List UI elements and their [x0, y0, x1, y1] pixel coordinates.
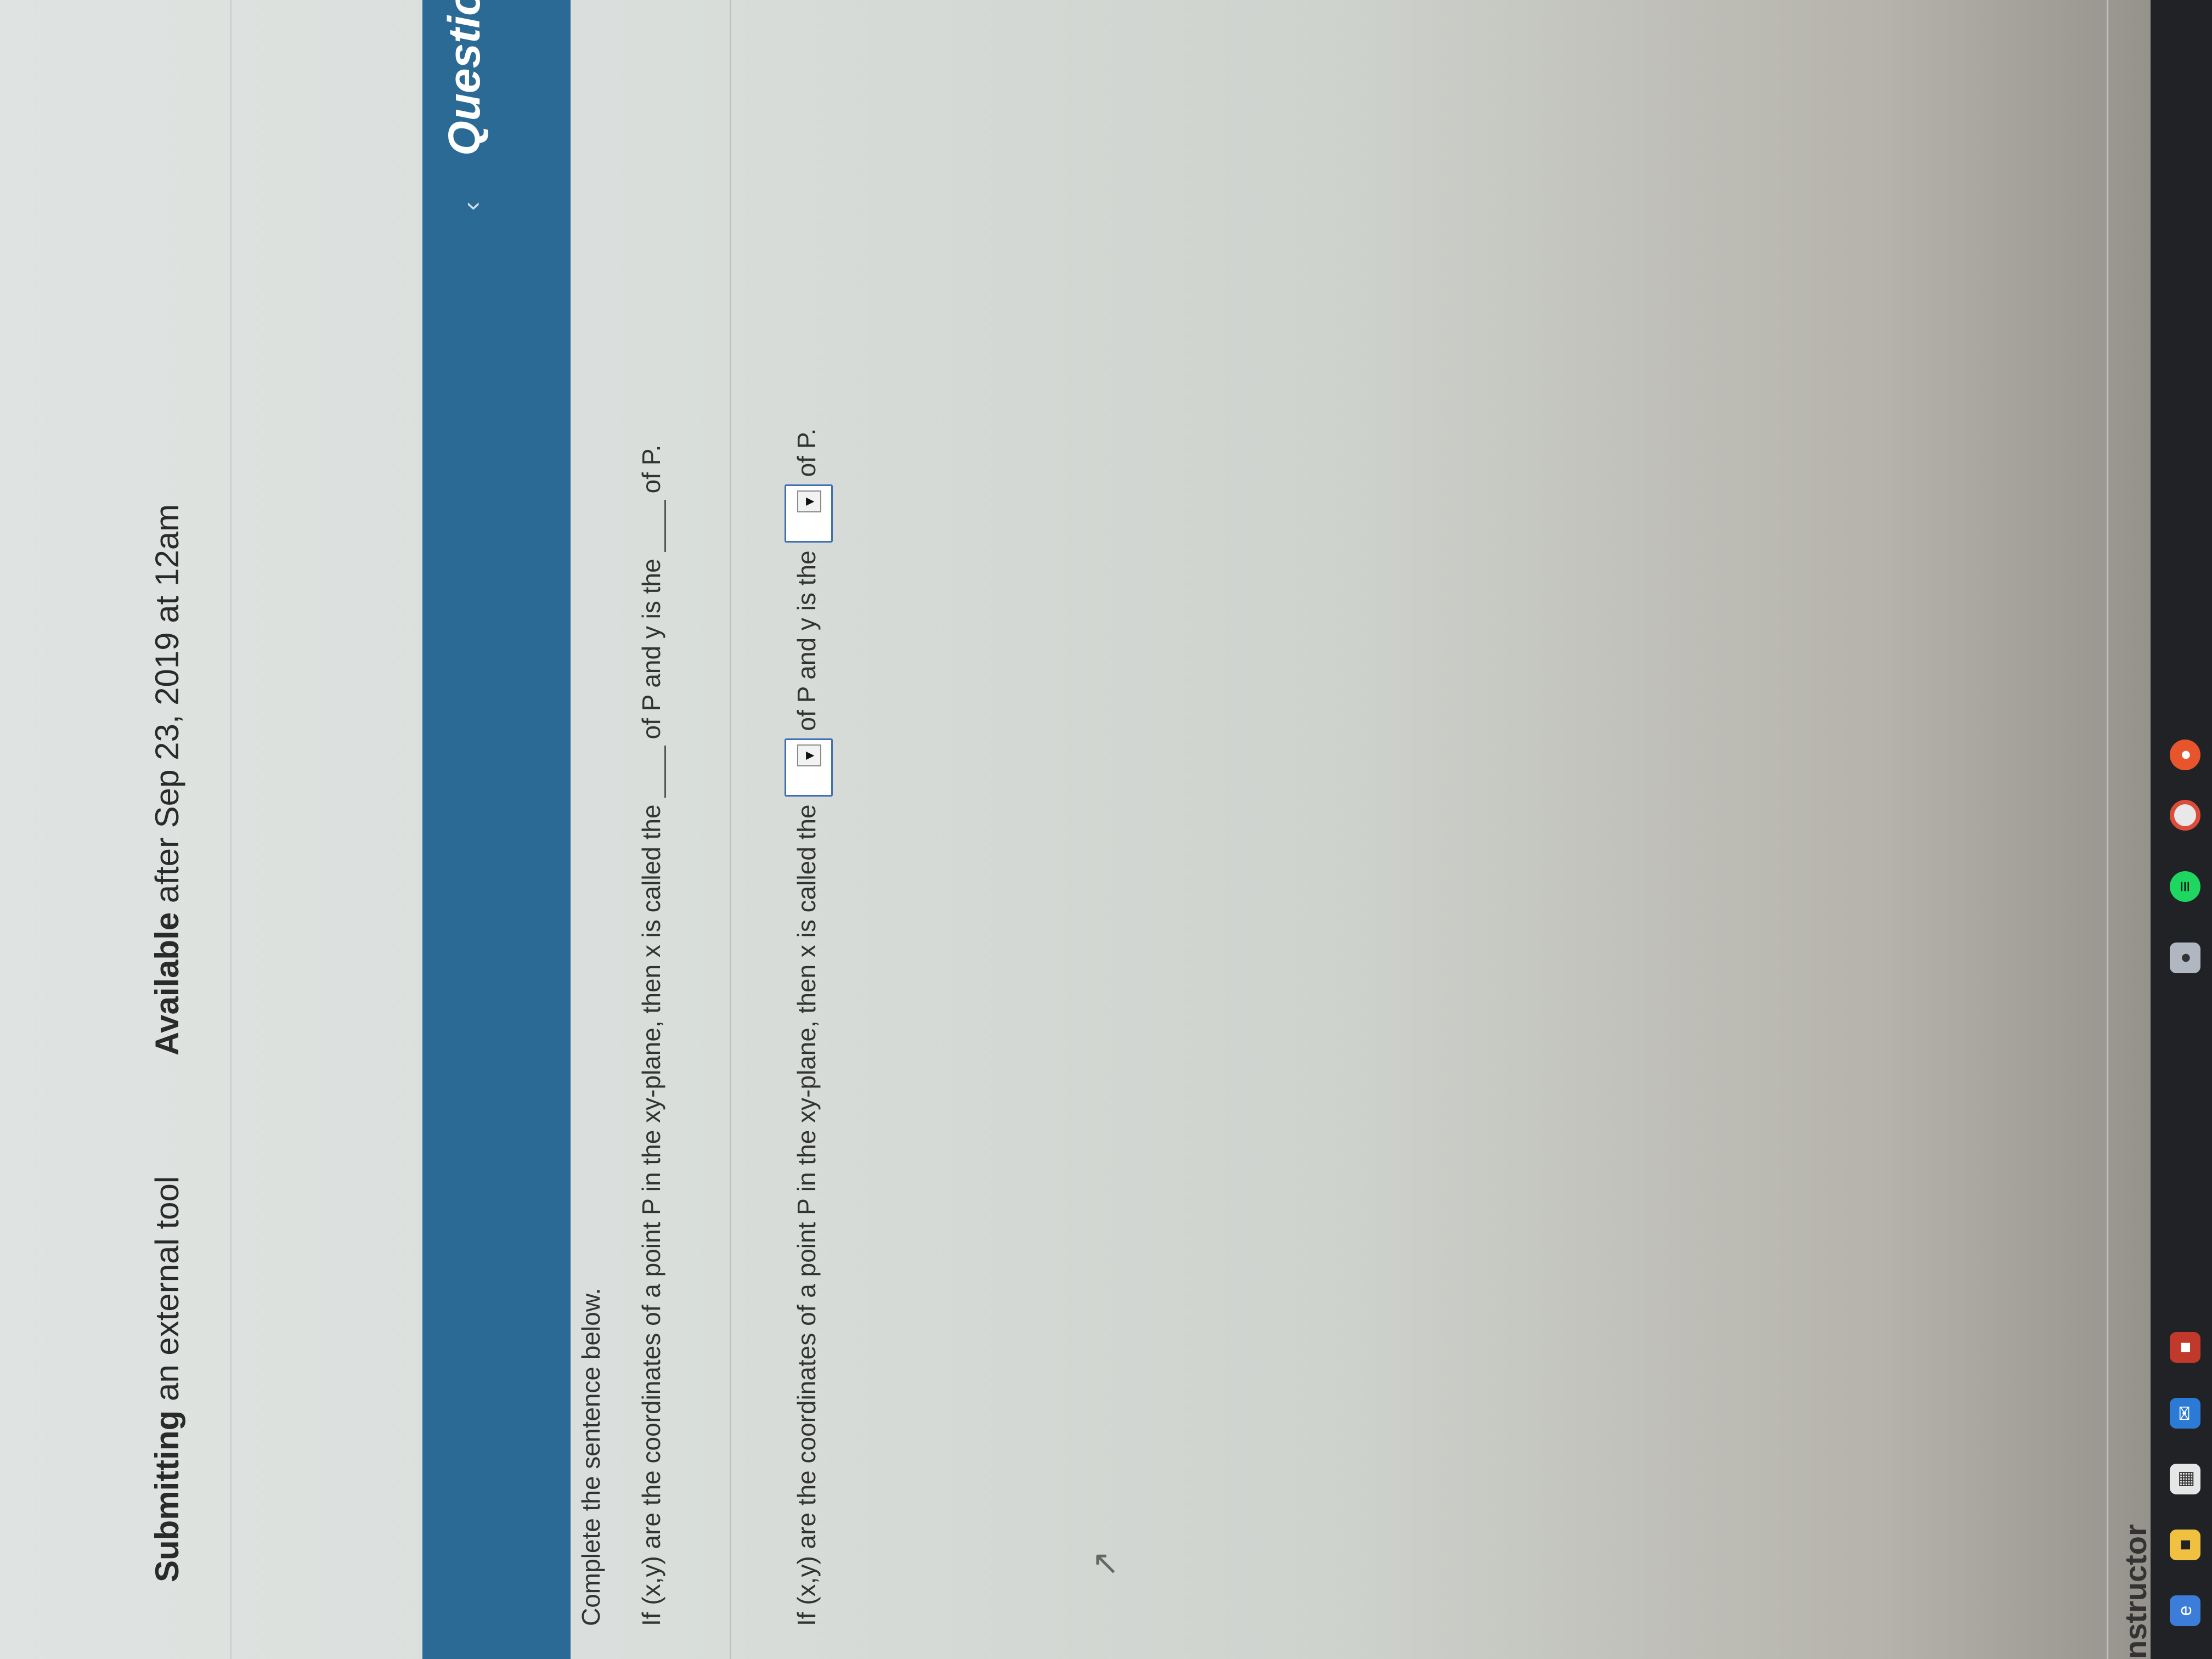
footer-divider [2107, 0, 2108, 1659]
answer-part2: of P and y is the [792, 550, 821, 731]
office-icon[interactable]: ■ [2170, 1332, 2200, 1363]
answer-sentence: If (x,y) are the coordinates of a point … [785, 428, 833, 1626]
dropdown-arrow-icon[interactable]: ▼ [797, 744, 821, 767]
chrome-icon[interactable] [2170, 800, 2200, 831]
availability-info: Available after Sep 23, 2019 at 12am [148, 504, 186, 1056]
sentence-part1: If (x,y) are the coordinates of a point … [637, 804, 665, 1626]
submitting-label: Submitting [149, 1410, 185, 1582]
available-value: after Sep 23, 2019 at 12am [149, 504, 185, 904]
submitting-info: Submitting an external tool [148, 1176, 186, 1582]
page: Submitting an external tool Available af… [0, 0, 2212, 1659]
answer-part3: of P. [792, 428, 821, 477]
folder-icon[interactable]: ■ [2170, 1530, 2200, 1560]
chevron-left-icon[interactable]: ‹ [455, 201, 487, 211]
question-instruction: Complete the sentence below. [577, 1288, 605, 1626]
header-divider [230, 0, 232, 1659]
blank-1 [642, 746, 666, 798]
mouse-pointer-icon: ↖ [1091, 1544, 1120, 1581]
answer-part1: If (x,y) are the coordinates of a point … [792, 804, 821, 1626]
dropdown-arrow-icon[interactable]: ▼ [797, 490, 821, 513]
spotify-icon[interactable]: ≡ [2170, 871, 2200, 902]
sentence-part2: of P and y is the [637, 558, 665, 740]
question-title: Question 1, [439, 0, 489, 156]
edge-icon[interactable]: e [2170, 1595, 2200, 1626]
mail-icon[interactable]: ✉ [2170, 1398, 2200, 1429]
question-sentence: If (x,y) are the coordinates of a point … [636, 445, 666, 1626]
app-icon[interactable]: ● [2170, 943, 2200, 973]
store-icon[interactable]: ▦ [2170, 1464, 2200, 1494]
x-coordinate-dropdown[interactable]: ▼ [785, 738, 833, 797]
app-icon-orange[interactable]: ● [2170, 740, 2200, 770]
sentence-part3: of P. [637, 444, 665, 494]
section-divider [730, 0, 731, 1659]
blank-2 [642, 500, 666, 552]
assignment-header: Submitting an external tool Available af… [0, 0, 185, 1659]
available-label: Available [149, 912, 185, 1056]
question-banner [422, 0, 571, 1659]
y-coordinate-dropdown[interactable]: ▼ [785, 484, 833, 543]
footer-label: nstructor [2118, 1524, 2153, 1659]
submitting-value: an external tool [149, 1176, 185, 1402]
